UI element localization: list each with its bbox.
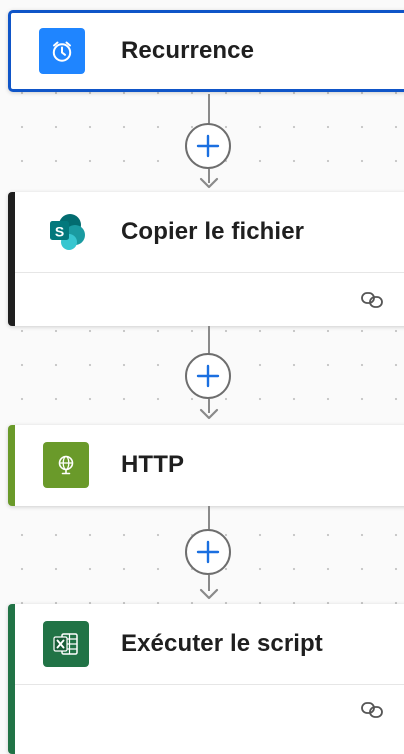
add-step-button[interactable] — [185, 353, 231, 399]
link-icon[interactable] — [360, 289, 384, 311]
add-step-button[interactable] — [185, 529, 231, 575]
plus-icon — [196, 364, 220, 388]
step-card-recurrence[interactable]: Recurrence — [8, 10, 404, 92]
sharepoint-icon: S — [43, 208, 91, 256]
arrow-down-icon — [199, 177, 219, 189]
step-card-footer — [15, 272, 404, 323]
step-card-header[interactable]: Recurrence — [11, 13, 404, 89]
arrow-down-icon — [199, 588, 219, 600]
excel-icon — [43, 621, 89, 667]
step-card-copy-file[interactable]: S Copier le fichier — [8, 192, 404, 326]
step-title: Copier le fichier — [121, 218, 305, 245]
add-step-button[interactable] — [185, 123, 231, 169]
arrow-down-icon — [199, 408, 219, 420]
step-title: Recurrence — [121, 37, 255, 64]
step-card-header[interactable]: S Copier le fichier — [15, 192, 404, 272]
step-title: HTTP — [121, 451, 185, 478]
step-title: Exécuter le script — [121, 630, 323, 657]
connector-line — [208, 94, 210, 124]
plus-icon — [196, 134, 220, 158]
connector-line — [208, 506, 210, 530]
link-icon[interactable] — [360, 699, 384, 721]
step-card-run-script[interactable]: Exécuter le script — [8, 604, 404, 754]
step-card-header[interactable]: Exécuter le script — [15, 604, 404, 684]
connector-line — [208, 326, 210, 354]
plus-icon — [196, 540, 220, 564]
flow-canvas: Recurrence S Copier le fichier HTTP Exéc… — [0, 0, 404, 754]
globe-icon — [43, 442, 89, 488]
step-card-http[interactable]: HTTP — [8, 425, 404, 506]
step-card-header[interactable]: HTTP — [15, 425, 404, 505]
alarm-clock-icon — [39, 28, 85, 74]
svg-text:S: S — [55, 224, 64, 240]
step-card-footer — [15, 684, 404, 735]
